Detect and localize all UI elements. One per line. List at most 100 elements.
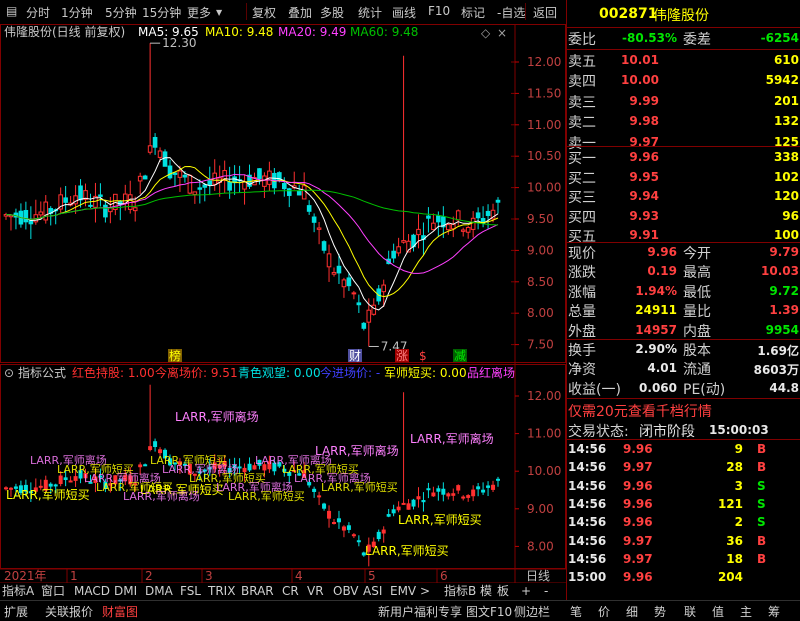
bid-price: 9.94 bbox=[629, 189, 659, 204]
tick-price: 9.96 bbox=[623, 478, 653, 493]
candle-body bbox=[450, 223, 456, 230]
status-right-8[interactable]: 值 bbox=[712, 603, 724, 620]
event-badge-4[interactable]: 减 bbox=[454, 349, 466, 363]
ask-label: 卖三 bbox=[568, 94, 596, 111]
toolbar-item-10[interactable]: F10 bbox=[428, 4, 450, 18]
indicator-tab-1[interactable]: 窗口 bbox=[41, 583, 65, 599]
ind-candle-body bbox=[317, 495, 322, 498]
candle-body bbox=[485, 210, 491, 216]
tick-side: B bbox=[757, 442, 767, 456]
bid-volume: 120 bbox=[773, 189, 799, 204]
status-right-7[interactable]: 联 bbox=[684, 603, 696, 620]
period-toolbar: ▤ 分时 1分钟 5分钟 15分钟 更多 ▼ 复权 叠加 多股 统计 画线 F10 标记 -自选 返回 bbox=[0, 0, 566, 25]
indicator-tab-14[interactable]: 模 bbox=[480, 583, 492, 599]
indicator-tab-8[interactable]: CR bbox=[282, 583, 299, 599]
status-right-4[interactable]: 价 bbox=[598, 603, 610, 620]
main-axis-tick: 11.00 bbox=[527, 118, 561, 132]
indicator-tab-4[interactable]: DMA bbox=[145, 583, 173, 599]
toolbar-item-1[interactable]: 1分钟 bbox=[61, 4, 93, 21]
toolbar-item-8[interactable]: 统计 bbox=[358, 4, 382, 21]
indicator-tab-10[interactable]: OBV bbox=[333, 583, 359, 599]
candle-body bbox=[361, 322, 367, 329]
main-axis-tick: 12.00 bbox=[527, 55, 561, 69]
status-right-1[interactable]: 图文F10 bbox=[466, 603, 512, 620]
kline-chart-area[interactable]: 12.00 11.50 11.00 10.50 10.00 9.50 9.00 8.50 8.0… bbox=[0, 24, 566, 597]
indicator-tab-15[interactable]: 板 bbox=[497, 583, 509, 599]
toolbar-item-5[interactable]: 复权 bbox=[252, 4, 276, 21]
main-axis-tick: 10.50 bbox=[527, 149, 561, 163]
candle-body bbox=[28, 220, 34, 225]
main-axis-tick: 10.00 bbox=[527, 181, 561, 195]
candle-body bbox=[396, 246, 401, 254]
indicator-tab-9[interactable]: VR bbox=[307, 583, 324, 599]
stat2-label: 收益(一) bbox=[568, 381, 621, 398]
status-right-2[interactable]: 侧边栏 bbox=[514, 603, 550, 620]
indicator-legend-item: 品红离场 bbox=[467, 365, 515, 380]
status-right-9[interactable]: 主 bbox=[740, 603, 752, 620]
status-left-1[interactable]: 关联报价 bbox=[45, 603, 93, 620]
ind-candle-body bbox=[58, 475, 63, 485]
status-right-3[interactable]: 笔 bbox=[570, 603, 582, 620]
ind-candle-body bbox=[148, 446, 153, 451]
status-right-6[interactable]: 势 bbox=[654, 603, 666, 620]
indicator-tab-12[interactable]: EMV bbox=[390, 583, 416, 599]
tick-volume: 121 bbox=[717, 496, 743, 511]
toolbar-item-9[interactable]: 画线 bbox=[392, 4, 416, 21]
toolbar-item-11[interactable]: 标记 bbox=[461, 4, 485, 21]
ind-candle-body bbox=[431, 492, 436, 497]
indicator-tab-13[interactable]: 指标B bbox=[444, 583, 476, 599]
event-badge-1[interactable]: 财 bbox=[349, 349, 361, 363]
status-right-5[interactable]: 细 bbox=[626, 603, 638, 620]
indicator-tab-5[interactable]: FSL bbox=[180, 583, 201, 599]
indicator-tab-6[interactable]: TRIX bbox=[208, 583, 235, 599]
main-axis-tick: 9.00 bbox=[527, 243, 554, 257]
weicha-label: 委差 bbox=[683, 32, 711, 48]
toolbar-item-0[interactable]: 分时 bbox=[26, 4, 50, 21]
indicator-tab-16[interactable]: + bbox=[521, 583, 531, 599]
status-right-0[interactable]: 新用户福利专享 bbox=[378, 603, 462, 620]
tick-volume: 28 bbox=[726, 460, 743, 475]
candle-body bbox=[192, 191, 198, 195]
toolbar-item-2[interactable]: 5分钟 bbox=[105, 4, 137, 21]
indicator-tab-3[interactable]: DMI bbox=[114, 583, 137, 599]
toolbar-item-7[interactable]: 多股 bbox=[320, 4, 344, 21]
toolbar-item-4[interactable]: 更多 bbox=[187, 4, 211, 21]
indicator-tab-0[interactable]: 指标A bbox=[2, 583, 34, 599]
stat2-value: 0.060 bbox=[639, 380, 677, 395]
ind-candle-body bbox=[436, 488, 441, 492]
collapse-icon[interactable]: ⊙ bbox=[4, 366, 14, 380]
candle-body bbox=[401, 240, 406, 243]
event-badge-0[interactable]: 榜 bbox=[169, 348, 181, 363]
period-unit-label[interactable]: 日线 bbox=[526, 569, 550, 583]
toolbar-item-3[interactable]: 15分钟 bbox=[142, 4, 181, 21]
indicator-tab-17[interactable]: - bbox=[544, 583, 548, 599]
event-badge-3[interactable]: $ bbox=[419, 349, 427, 363]
candle-body bbox=[436, 215, 441, 223]
promo-link[interactable]: 仅需20元查看千档行情 bbox=[568, 401, 712, 421]
ind-candle-body bbox=[138, 464, 143, 468]
indicator-tab-2[interactable]: MACD bbox=[74, 583, 110, 599]
diamond-icon[interactable]: ◇ bbox=[481, 26, 491, 40]
time-axis-label: 2021年 bbox=[4, 569, 47, 583]
tab-scroll-right-icon[interactable]: > bbox=[420, 583, 430, 599]
stat-value: 1.94% bbox=[635, 283, 677, 298]
indicator-tab-11[interactable]: ASI bbox=[363, 583, 382, 599]
main-axis-tick: 11.50 bbox=[527, 86, 561, 100]
toolbar-separator bbox=[246, 3, 247, 20]
candle-body bbox=[346, 277, 352, 287]
candle-body bbox=[137, 175, 143, 182]
candle-body bbox=[470, 217, 476, 230]
status-left-0[interactable]: 扩展 bbox=[4, 603, 28, 620]
close-panel-icon[interactable]: × bbox=[497, 26, 507, 40]
divider bbox=[567, 27, 800, 28]
bid-volume: 102 bbox=[773, 169, 799, 184]
indicator-tab-7[interactable]: BRAR bbox=[241, 583, 274, 599]
toolbar-item-13[interactable]: 返回 bbox=[533, 4, 557, 21]
status-right-10[interactable]: 筹 bbox=[768, 603, 780, 620]
event-badge-2[interactable]: 涨 bbox=[396, 348, 408, 363]
toolbar-item-12[interactable]: -自选 bbox=[497, 4, 525, 21]
stat-label: 外盘 bbox=[568, 323, 596, 340]
toolbar-item-6[interactable]: 叠加 bbox=[288, 4, 312, 21]
status-left-2[interactable]: 财富图 bbox=[102, 603, 138, 620]
tick-volume: 18 bbox=[726, 551, 743, 566]
